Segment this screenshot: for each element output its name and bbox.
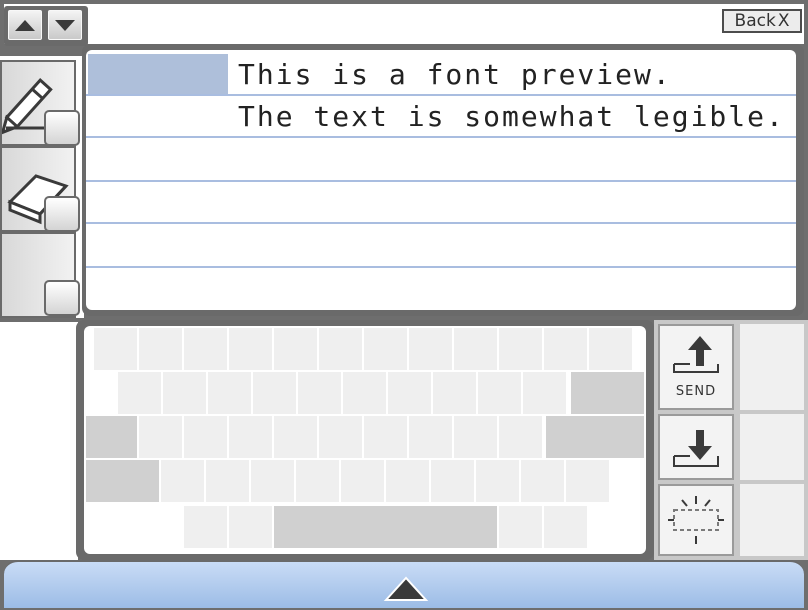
enter-key[interactable] — [546, 416, 644, 458]
keyboard-key[interactable] — [229, 416, 272, 458]
keyboard-key[interactable] — [364, 328, 407, 370]
pencil-tool-tab[interactable] — [44, 110, 80, 146]
triangle-down-icon — [55, 20, 75, 31]
ruled-line — [86, 222, 796, 224]
keyboard-key[interactable] — [341, 460, 384, 502]
scroll-down-button[interactable] — [48, 10, 82, 40]
tool-panel — [0, 56, 84, 318]
upload-arrow-icon — [673, 336, 719, 373]
side-blank — [740, 414, 804, 480]
keyboard-key[interactable] — [229, 506, 272, 548]
keyboard-key[interactable] — [544, 328, 587, 370]
keyboard-key[interactable] — [253, 372, 296, 414]
keyboard-key[interactable] — [139, 328, 182, 370]
ruled-line — [86, 136, 796, 138]
eraser-tool-tab[interactable] — [44, 196, 80, 232]
triangle-up-icon — [15, 20, 35, 31]
keyboard-key[interactable] — [229, 328, 272, 370]
keyboard-key[interactable] — [386, 460, 429, 502]
keyboard-key[interactable] — [499, 506, 542, 548]
scroll-buttons — [4, 6, 88, 46]
keyboard-key[interactable] — [566, 460, 609, 502]
keyboard-key[interactable] — [274, 328, 317, 370]
keyboard-key[interactable] — [319, 416, 362, 458]
backspace-key[interactable] — [571, 372, 644, 414]
text-input-area[interactable]: This is a font preview. The text is some… — [86, 50, 796, 310]
keyboard-key[interactable] — [161, 460, 204, 502]
back-button-label: Back — [734, 11, 776, 31]
keyboard-key[interactable] — [523, 372, 566, 414]
keyboard-key[interactable] — [208, 372, 251, 414]
text-line: This is a font preview. — [238, 58, 672, 91]
top-bar — [4, 4, 804, 44]
bottom-bar[interactable] — [4, 560, 804, 608]
download-arrow-icon — [673, 430, 719, 467]
keyboard-key[interactable] — [364, 416, 407, 458]
keyboard-key[interactable] — [274, 416, 317, 458]
close-icon: X — [777, 11, 790, 31]
keyboard-key[interactable] — [454, 328, 497, 370]
receive-button[interactable] — [658, 414, 734, 480]
keyboard-key[interactable] — [163, 372, 206, 414]
keyboard-key[interactable] — [409, 328, 452, 370]
caps-key[interactable] — [86, 416, 137, 458]
keyboard-key[interactable] — [298, 372, 341, 414]
keyboard-key[interactable] — [319, 328, 362, 370]
keyboard-key[interactable] — [343, 372, 386, 414]
keyboard-key[interactable] — [433, 372, 476, 414]
keyboard-key[interactable] — [118, 372, 161, 414]
cursor-highlight — [88, 54, 228, 94]
sparkle-clear-icon — [668, 496, 724, 544]
keyboard-key[interactable] — [521, 460, 564, 502]
keyboard-key[interactable] — [251, 460, 294, 502]
empty-tool-tab[interactable] — [44, 280, 80, 316]
ruled-line — [86, 266, 796, 268]
keyboard-key[interactable] — [206, 460, 249, 502]
side-blank — [740, 484, 804, 556]
triangle-up-icon — [383, 576, 429, 601]
ruled-line — [86, 94, 796, 96]
keyboard-key[interactable] — [409, 416, 452, 458]
keyboard-key[interactable] — [544, 506, 587, 548]
left-blank-panel — [0, 322, 78, 560]
keyboard-key[interactable] — [94, 328, 137, 370]
send-label: SEND — [675, 384, 717, 399]
scroll-up-button[interactable] — [8, 10, 42, 40]
keyboard-key[interactable] — [296, 460, 339, 502]
side-blank — [740, 324, 804, 410]
keyboard-key[interactable] — [478, 372, 521, 414]
send-button[interactable]: SEND — [658, 324, 734, 410]
keyboard-key[interactable] — [388, 372, 431, 414]
keyboard-key[interactable] — [499, 416, 542, 458]
space-key[interactable] — [274, 506, 497, 548]
keyboard-key[interactable] — [454, 416, 497, 458]
text-line: The text is somewhat legible. — [238, 100, 785, 133]
keyboard-key[interactable] — [184, 416, 227, 458]
keyboard-key[interactable] — [431, 460, 474, 502]
ruled-line — [86, 180, 796, 182]
keyboard-key[interactable] — [476, 460, 519, 502]
shift-key[interactable] — [86, 460, 159, 502]
keyboard-key[interactable] — [139, 416, 182, 458]
keyboard-key[interactable] — [589, 328, 632, 370]
keyboard-key[interactable] — [184, 506, 227, 548]
back-button[interactable]: Back X — [722, 9, 802, 33]
keyboard-key[interactable] — [184, 328, 227, 370]
keyboard — [84, 326, 646, 554]
keyboard-key[interactable] — [499, 328, 542, 370]
clear-button[interactable] — [658, 484, 734, 556]
